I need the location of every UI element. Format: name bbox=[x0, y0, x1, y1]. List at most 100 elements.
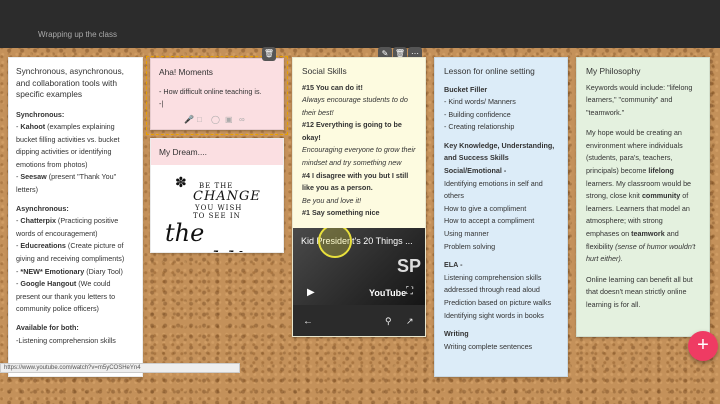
social-line: Encouraging everyone to grow their bbox=[302, 145, 416, 155]
note-philosophy[interactable]: My Philosophy Keywords would include: "l… bbox=[576, 57, 710, 337]
list-fragment: Chatterpix bbox=[20, 216, 56, 226]
lesson-line: Using manner bbox=[444, 229, 489, 239]
philosophy-line: Online learning can benefit all but bbox=[586, 274, 693, 284]
social-line: mindset and try something new bbox=[302, 158, 402, 168]
lesson-line: Key Knowledge, Understanding, bbox=[444, 140, 555, 150]
list-line: - Seesaw (present "Thank You" bbox=[16, 171, 135, 184]
async-heading: Asynchronous: bbox=[16, 203, 69, 213]
philosophy-fragment: atmosphere; with strong bbox=[586, 216, 663, 226]
note-social-skills[interactable]: Social Skills #15 You can do it! Always e… bbox=[292, 57, 426, 337]
lesson-line: - Building confidence bbox=[444, 109, 511, 119]
image-icon[interactable]: ▣ bbox=[225, 115, 233, 124]
philosophy-fragment: learners bbox=[586, 178, 612, 188]
microphone-icon[interactable]: 🎤 bbox=[184, 115, 194, 124]
add-note-button[interactable]: + bbox=[688, 331, 718, 361]
open-external-icon[interactable]: ↗ bbox=[406, 316, 414, 327]
sync-heading: Synchronous: bbox=[16, 109, 65, 119]
list-fragment: Kahoot bbox=[20, 122, 46, 132]
social-line: like you as a person. bbox=[302, 183, 373, 193]
philosophy-line: flexibility (sense of humor wouldn't bbox=[586, 241, 700, 254]
philosophy-line: environment where individuals bbox=[586, 140, 700, 153]
philosophy-line: learners," "community" and bbox=[586, 95, 673, 105]
lesson-line: and Success Skills bbox=[444, 153, 509, 163]
list-line: - Educreations (Create picture of bbox=[16, 240, 135, 253]
list-fragment: bucket filling activities vs. bucket bbox=[16, 134, 120, 144]
lesson-line: ELA - bbox=[444, 260, 463, 270]
philosophy-line: that doesn't mean strictly online bbox=[586, 287, 687, 297]
philosophy-fragment: emphases on bbox=[586, 229, 632, 239]
attach-icon[interactable]: ∞ bbox=[239, 115, 245, 124]
note-aha-body: - How difficult online teaching is. bbox=[159, 86, 262, 96]
philosophy-line: learning is for all. bbox=[586, 300, 641, 309]
list-line: letters) bbox=[16, 184, 135, 197]
social-line: #12 Everything is going to be bbox=[302, 120, 402, 130]
youtube-brand[interactable]: YouTube bbox=[369, 288, 406, 298]
philosophy-line: atmosphere; with strong bbox=[586, 215, 700, 228]
note-aha-title: Aha! Moments bbox=[159, 67, 213, 77]
quote-line: CHANGE bbox=[193, 189, 261, 204]
text-cursor[interactable]: -| bbox=[159, 98, 275, 111]
philosophy-fragment: strong, close knit bbox=[586, 191, 642, 201]
list-line: - Google Hangout (We could bbox=[16, 278, 135, 291]
note-tools[interactable]: Synchronous, asynchronous, and collaborat… bbox=[8, 57, 143, 377]
philosophy-line: learners. Learners that model an bbox=[586, 203, 700, 216]
note-lesson[interactable]: Lesson for online setting Bucket Filler -… bbox=[434, 57, 568, 377]
video-icon[interactable]: □ bbox=[197, 115, 202, 124]
lesson-line: Problem solving bbox=[444, 241, 496, 251]
list-fragment: Google Hangout bbox=[20, 279, 77, 289]
list-fragment: giving and receiving compliments) bbox=[16, 254, 125, 264]
note-aha[interactable]: Aha! Moments - How difficult online teac… bbox=[150, 58, 284, 130]
list-fragment: Educreations bbox=[20, 241, 66, 251]
philosophy-fragment: (students, para's, teachers, bbox=[586, 153, 673, 163]
youtube-embed[interactable]: SP Kid President's 20 Things ... ▶ YouTu… bbox=[293, 228, 425, 336]
note-dream-title: My Dream.... bbox=[159, 147, 207, 157]
philosophy-fragment: community bbox=[641, 191, 681, 201]
lesson-line: - Creating relationship bbox=[444, 122, 515, 132]
lesson-line: addressed through read aloud bbox=[444, 285, 540, 295]
list-fragment: (present "Thank You" bbox=[46, 172, 117, 182]
lesson-line: How to accept a compliment bbox=[444, 216, 535, 226]
list-fragment: (We could bbox=[76, 279, 111, 289]
social-lines: #15 You can do it! Always encourage stude… bbox=[302, 82, 416, 221]
list-line: bucket filling activities vs. bucket bbox=[16, 134, 135, 147]
philosophy-fragment: teamwork bbox=[631, 229, 665, 239]
title-line: Synchronous, asynchronous, bbox=[16, 66, 125, 76]
quote-line: the world! bbox=[165, 219, 244, 252]
lesson-line: How to give a compliment bbox=[444, 203, 527, 213]
list-line: - *NEW* Emotionary (Diary Tool) bbox=[16, 266, 135, 279]
list-fragment: present our thank you letters to bbox=[16, 291, 116, 301]
play-icon[interactable]: ▶ bbox=[307, 287, 315, 298]
list-fragment: (examples explaining bbox=[45, 122, 115, 132]
zoom-icon[interactable]: ⚲ bbox=[385, 316, 392, 327]
sync-list: - Kahoot (examples explaining bucket fill… bbox=[16, 121, 135, 197]
philosophy-fragment: flexibility bbox=[586, 241, 616, 251]
lesson-line: Listening comprehension skills bbox=[444, 272, 542, 282]
philosophy-fragment: of bbox=[680, 191, 689, 201]
list-line: - Kahoot (examples explaining bbox=[16, 121, 135, 134]
philosophy-fragment: environment where individuals bbox=[586, 140, 683, 150]
lesson-lines: Bucket Filler - Kind words/ Manners - Buil… bbox=[444, 84, 558, 354]
lesson-line: Writing bbox=[444, 329, 469, 339]
quote-line: YOU WISH bbox=[195, 204, 243, 212]
philosophy-fragment: (sense of humor wouldn't bbox=[615, 241, 696, 251]
top-bar: Wrapping up the class bbox=[0, 0, 720, 48]
lesson-line: Bucket Filler bbox=[444, 84, 488, 94]
philosophy-line: learners. My classroom would be bbox=[586, 178, 700, 191]
quote-star-icon: ✽ bbox=[175, 175, 187, 191]
both-item: -Listening comprehension skills bbox=[16, 335, 116, 345]
back-arrow-icon[interactable]: ← bbox=[303, 316, 313, 327]
note-dream[interactable]: My Dream.... ✽ BE THE CHANGE YOU WISH TO… bbox=[150, 138, 284, 253]
philosophy-fragment: . My classroom would be bbox=[611, 178, 692, 188]
list-fragment: letters) bbox=[16, 185, 38, 195]
list-fragment: *NEW* Emotionary bbox=[20, 266, 85, 276]
lesson-line: Identifying emotions in self and bbox=[444, 178, 543, 188]
lesson-line: others bbox=[444, 191, 464, 201]
note-dream-header: My Dream.... bbox=[151, 139, 283, 165]
list-fragment: emotions from photos) bbox=[16, 159, 88, 169]
fullscreen-icon[interactable]: ⛶ bbox=[406, 286, 413, 297]
delete-icon[interactable]: 🗑 bbox=[262, 47, 276, 61]
list-line: emotions from photos) bbox=[16, 159, 135, 172]
philosophy-fragment: My hope would be creating an bbox=[586, 128, 682, 138]
philosophy-fragment: and bbox=[664, 229, 679, 239]
camera-icon[interactable]: ◯ bbox=[211, 115, 220, 124]
